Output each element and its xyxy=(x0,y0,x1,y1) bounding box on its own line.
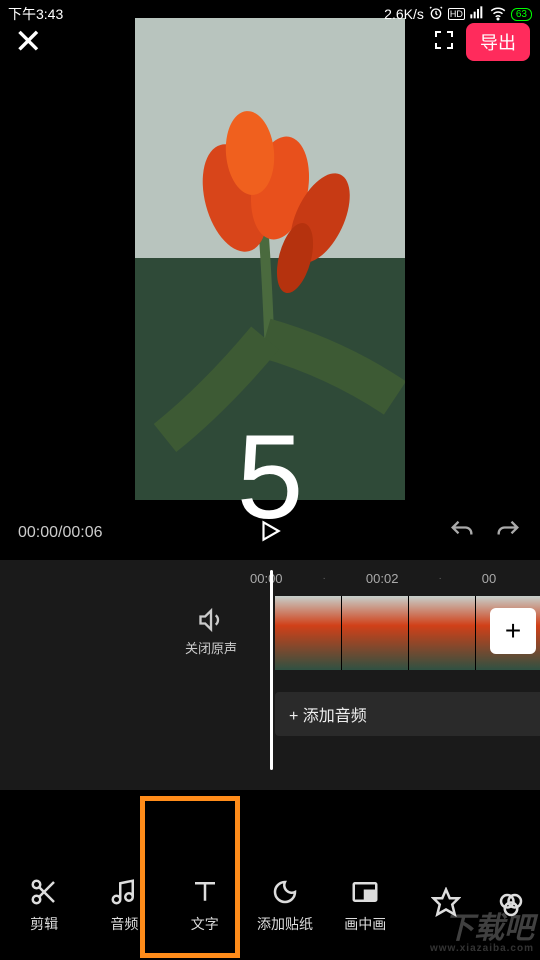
status-right: 2.6K/s HD 63 xyxy=(384,4,532,25)
preview-area: 5 xyxy=(0,18,540,558)
tool-label: 文字 xyxy=(191,914,219,934)
timeline[interactable]: 00:00 · 00:02 · 00 关闭原声 + + 添加音频 xyxy=(0,560,540,790)
network-speed: 2.6K/s xyxy=(384,6,424,22)
alarm-icon xyxy=(428,5,444,24)
clip-thumbnail[interactable] xyxy=(275,596,342,670)
tool-sticker[interactable]: 添加贴纸 xyxy=(250,864,320,946)
pip-icon xyxy=(349,876,381,908)
wifi-icon xyxy=(489,4,507,25)
music-note-icon xyxy=(108,876,140,908)
moon-icon xyxy=(269,876,301,908)
watermark: 下载吧 www.xiazaiba.com xyxy=(430,914,534,954)
clip-thumbnail[interactable] xyxy=(409,596,476,670)
tool-audio[interactable]: 音频 xyxy=(89,864,159,946)
playhead[interactable] xyxy=(270,570,273,770)
tool-label: 剪辑 xyxy=(30,914,58,934)
text-icon xyxy=(189,876,221,908)
tool-text[interactable]: 文字 xyxy=(170,864,240,946)
mute-label: 关闭原声 xyxy=(185,638,237,657)
speaker-icon xyxy=(197,606,225,634)
scissors-icon xyxy=(28,876,60,908)
mute-button[interactable]: 关闭原声 xyxy=(185,606,237,657)
add-clip-button[interactable]: + xyxy=(490,608,536,654)
countdown-number: 5 xyxy=(237,408,304,546)
hd-icon: HD xyxy=(448,8,465,20)
fullscreen-icon[interactable] xyxy=(432,28,456,57)
add-audio-track[interactable]: + 添加音频 xyxy=(275,692,540,736)
status-bar: 下午3:43 2.6K/s HD 63 xyxy=(0,0,540,28)
status-time: 下午3:43 xyxy=(8,4,63,24)
tool-label: 画中画 xyxy=(344,914,386,934)
export-button[interactable]: 导出 xyxy=(466,23,530,61)
signal-icon xyxy=(469,5,485,24)
tool-edit[interactable]: 剪辑 xyxy=(9,864,79,946)
clip-thumbnail[interactable] xyxy=(342,596,409,670)
tool-label: 音频 xyxy=(110,914,138,934)
tool-pip[interactable]: 画中画 xyxy=(330,864,400,946)
tool-label: 添加贴纸 xyxy=(257,914,313,934)
battery-icon: 63 xyxy=(511,8,532,21)
